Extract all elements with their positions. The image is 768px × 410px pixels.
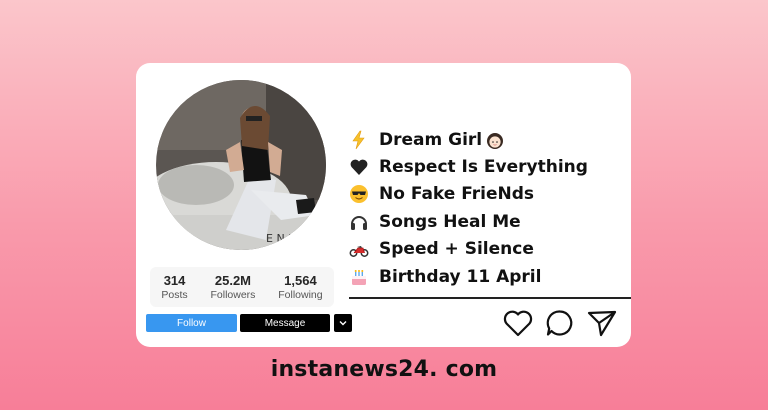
bio-line-respect: Respect Is Everything bbox=[349, 153, 629, 180]
bio-line-birthday: Birthday 11 April bbox=[349, 263, 629, 290]
birthday-cake-icon bbox=[349, 267, 373, 287]
comment-bubble-icon bbox=[546, 310, 573, 336]
like-button[interactable] bbox=[502, 308, 534, 338]
bio-text: Speed + Silence bbox=[379, 239, 534, 260]
paper-plane-icon bbox=[587, 310, 617, 337]
stat-posts[interactable]: 314 Posts bbox=[161, 273, 187, 302]
post-actions bbox=[502, 308, 618, 338]
follow-button[interactable]: Follow bbox=[146, 314, 237, 332]
stat-followers-count: 25.2M bbox=[214, 272, 252, 288]
comment-button[interactable] bbox=[544, 308, 576, 338]
site-watermark: instanews24. com bbox=[270, 357, 498, 382]
black-heart-icon bbox=[349, 157, 373, 177]
heart-outline-icon bbox=[503, 310, 533, 337]
bio-text: Respect Is Everything bbox=[379, 157, 588, 178]
stat-following[interactable]: 1,564 Following bbox=[278, 273, 322, 302]
stat-followers-label: Followers bbox=[210, 288, 256, 301]
svg-text:E N D: E N D bbox=[266, 232, 297, 245]
stat-posts-count: 314 bbox=[163, 272, 186, 288]
headphones-icon bbox=[349, 212, 373, 232]
stat-followers[interactable]: 25.2M Followers bbox=[210, 273, 255, 302]
stat-following-label: Following bbox=[278, 288, 323, 301]
bio-text: No Fake FrieNds bbox=[379, 184, 534, 205]
bio-line-dream-girl: Dream Girl bbox=[349, 126, 629, 153]
avatar-photo: E N D bbox=[156, 80, 326, 250]
avatar[interactable]: E N D bbox=[156, 80, 326, 250]
share-button[interactable] bbox=[586, 308, 618, 338]
chevron-down-icon bbox=[339, 321, 347, 326]
sunglasses-face-icon bbox=[349, 184, 373, 204]
profile-stats: 314 Posts 25.2M Followers 1,564 Followin… bbox=[150, 267, 334, 307]
stat-posts-label: Posts bbox=[161, 288, 188, 301]
bio: Dream Girl Respect Is Everything No Fake… bbox=[349, 126, 629, 290]
message-button[interactable]: Message bbox=[240, 314, 330, 332]
lightning-icon bbox=[349, 130, 373, 150]
motorcycle-icon bbox=[349, 239, 373, 259]
bio-line-speed: Speed + Silence bbox=[349, 236, 629, 263]
more-options-button[interactable] bbox=[334, 314, 352, 332]
bio-text: Dream Girl bbox=[379, 129, 483, 150]
stat-following-count: 1,564 bbox=[284, 272, 317, 288]
bio-line-songs: Songs Heal Me bbox=[349, 208, 629, 235]
bio-text: Birthday 11 April bbox=[379, 266, 542, 287]
bio-text: Songs Heal Me bbox=[379, 211, 521, 232]
girl-face-icon bbox=[485, 130, 509, 150]
bio-line-no-fake: No Fake FrieNds bbox=[349, 181, 629, 208]
divider bbox=[349, 297, 631, 299]
profile-card: E N D 314 Posts 25.2M Followers 1,564 Fo… bbox=[136, 63, 631, 347]
